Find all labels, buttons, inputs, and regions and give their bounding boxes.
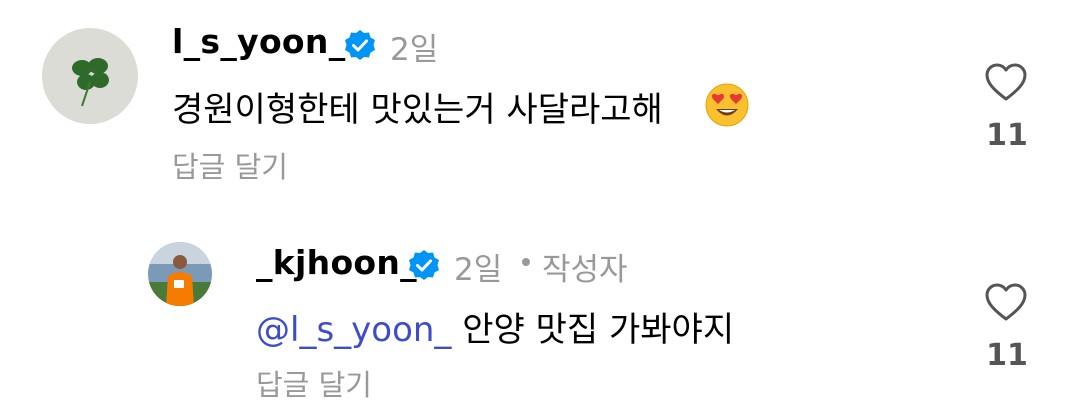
reply-button[interactable]: 답글 달기 — [256, 362, 372, 404]
verified-badge-icon — [345, 30, 375, 60]
verified-badge-icon — [409, 250, 439, 280]
comment-text: 경원이형한테 맛있는거 사달라고해 — [172, 90, 663, 130]
like-count: 11 — [986, 338, 1028, 373]
author-badge: 작성자 — [542, 252, 628, 288]
avatar[interactable] — [148, 242, 212, 306]
reply-button[interactable]: 답글 달기 — [172, 144, 288, 186]
username[interactable]: l_s_yoon_ — [172, 22, 346, 61]
comment-text-row: @l_s_yoon_ 안양 맛집 가봐야지 — [256, 302, 734, 351]
comment-time: 2일 — [390, 32, 439, 68]
like-heart-icon[interactable] — [984, 282, 1028, 322]
separator-dot — [522, 258, 530, 266]
like-heart-icon[interactable] — [984, 62, 1028, 102]
like-count: 11 — [986, 118, 1028, 153]
comment-text: 안양 맛집 가봐야지 — [462, 310, 735, 350]
username[interactable]: _kjhoon_ — [256, 243, 417, 282]
mention-link[interactable]: @l_s_yoon_ — [256, 310, 451, 350]
heart-eyes-emoji-icon — [705, 83, 749, 127]
comment-time: 2일 — [454, 252, 503, 288]
avatar[interactable] — [42, 28, 138, 124]
